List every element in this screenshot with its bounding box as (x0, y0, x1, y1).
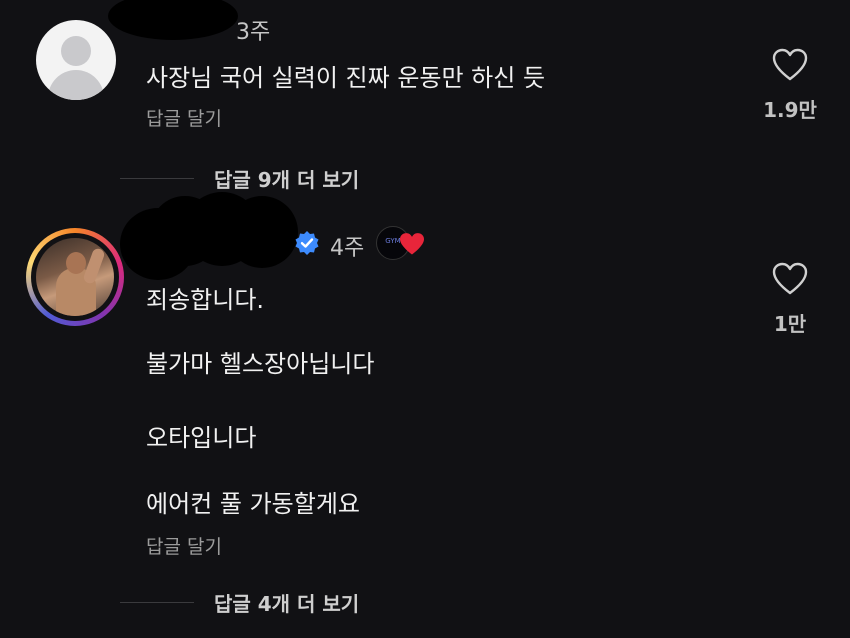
comment-line: 불가마 헬스장아닙니다 (146, 350, 375, 378)
creator-liked-heart-icon (400, 233, 424, 255)
view-more-replies-button[interactable]: 답글 4개 더 보기 (214, 588, 359, 617)
avatar-body (48, 70, 104, 100)
view-more-replies-button[interactable]: 답글 9개 더 보기 (214, 164, 359, 193)
comment-line: 오타입니다 (146, 424, 257, 452)
comment-line: 죄송합니다. (146, 286, 265, 314)
photo-face (66, 252, 86, 274)
like-count: 1만 (773, 312, 807, 336)
like-button[interactable] (772, 48, 808, 82)
username-redaction (226, 196, 298, 268)
creator-liked-badge: GYM (376, 226, 428, 262)
like-count: 1.9만 (763, 98, 817, 122)
like-button[interactable] (772, 262, 808, 296)
heart-outline-icon (772, 48, 808, 81)
comment-text: 사장님 국어 실력이 진짜 운동만 하신 듯 (146, 64, 546, 92)
heart-outline-icon (772, 262, 808, 295)
reply-button[interactable]: 답글 달기 (146, 104, 222, 131)
photo-arm (82, 247, 106, 285)
avatar-story-ring[interactable] (26, 228, 124, 326)
avatar-head (61, 36, 91, 66)
divider-line (120, 602, 194, 603)
divider-line (120, 178, 194, 179)
profile-photo (36, 238, 114, 316)
comment-time: 3주 (236, 20, 271, 45)
verified-badge-icon (294, 230, 320, 256)
username-redaction (108, 0, 238, 40)
comment-time: 4주 (330, 236, 365, 261)
comment-line: 에어컨 풀 가동할게요 (146, 490, 360, 518)
default-avatar-icon[interactable] (36, 20, 116, 100)
reply-button[interactable]: 답글 달기 (146, 532, 222, 559)
